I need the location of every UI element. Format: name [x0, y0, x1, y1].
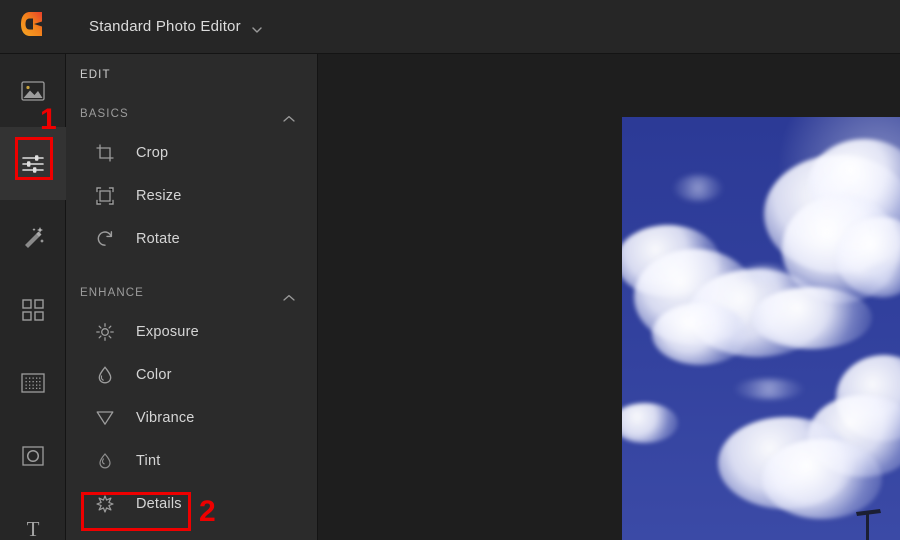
section-header-enhance[interactable]: ENHANCE — [66, 276, 317, 310]
circle-in-square-icon — [22, 445, 44, 466]
tool-row-crop[interactable]: Crop — [66, 131, 317, 174]
tool-row-details[interactable]: Details — [66, 482, 317, 525]
tool-row-color[interactable]: Color — [66, 353, 317, 396]
rail-item-layers[interactable] — [0, 273, 66, 346]
annotation-number-2: 2 — [199, 495, 216, 528]
rail-item-effects[interactable] — [0, 200, 66, 273]
rail-item-adjustment[interactable] — [0, 127, 66, 200]
cloud-wisp — [862, 263, 900, 297]
tool-label-resize: Resize — [136, 187, 182, 204]
text-t-icon: T — [22, 518, 44, 540]
sliders-icon — [21, 154, 45, 174]
tool-row-rotate[interactable]: Rotate — [66, 217, 317, 260]
triangle-down-icon — [94, 407, 116, 429]
magic-wand-icon — [21, 225, 45, 249]
cloud-wisp — [734, 379, 804, 399]
tool-label-exposure: Exposure — [136, 323, 199, 340]
chevron-up-icon[interactable] — [283, 110, 295, 122]
tool-label-color: Color — [136, 366, 172, 383]
chevron-up-icon[interactable] — [283, 289, 295, 301]
cloud-wisp — [674, 175, 722, 201]
lamp-post-silhouette — [850, 506, 886, 540]
sparkle-star-icon — [94, 493, 116, 515]
cloud — [752, 287, 872, 349]
section-label-basics: BASICS — [80, 108, 129, 120]
tool-label-rotate: Rotate — [136, 230, 180, 247]
svg-text:T: T — [27, 518, 40, 540]
edit-panel: EDIT BASICS Crop Resize Rotate ENHANCE E… — [66, 54, 318, 540]
tool-row-tint[interactable]: Tint — [66, 439, 317, 482]
resize-icon — [94, 185, 116, 207]
cyberlink-photo-editor-logo-icon — [20, 11, 46, 42]
tool-label-details: Details — [136, 495, 182, 512]
page-title: EDIT — [80, 69, 111, 81]
rail-item-text[interactable]: T — [0, 492, 66, 540]
annotation-number-1: 1 — [40, 103, 57, 136]
app-logo — [0, 0, 66, 54]
tool-row-exposure[interactable]: Exposure — [66, 310, 317, 353]
editor-canvas[interactable] — [319, 54, 900, 540]
droplet-outline-icon — [94, 364, 116, 386]
rotate-icon — [94, 228, 116, 250]
crop-icon — [94, 142, 116, 164]
tool-label-vibrance: Vibrance — [136, 409, 195, 426]
rail-item-mask[interactable] — [0, 419, 66, 492]
document-title-label: Standard Photo Editor — [89, 18, 241, 35]
photo-preview[interactable] — [622, 117, 900, 540]
tint-droplet-icon — [94, 450, 116, 472]
cloud-wisp — [734, 265, 794, 283]
tool-label-tint: Tint — [136, 452, 161, 469]
grid-four-squares-icon — [22, 298, 44, 321]
dotted-frame-icon — [21, 372, 45, 393]
tool-row-resize[interactable]: Resize — [66, 174, 317, 217]
photo-image-icon — [21, 80, 45, 101]
cloud — [652, 303, 748, 365]
photo-editor-window: Standard Photo Editor T EDIT BASICS Crop… — [0, 0, 900, 540]
document-title-dropdown[interactable]: Standard Photo Editor — [89, 18, 262, 35]
section-label-enhance: ENHANCE — [80, 287, 144, 299]
section-header-basics[interactable]: BASICS — [66, 97, 317, 131]
tool-label-crop: Crop — [136, 144, 169, 161]
tool-row-vibrance[interactable]: Vibrance — [66, 396, 317, 439]
title-bar: Standard Photo Editor — [0, 0, 900, 54]
rail-item-frames[interactable] — [0, 346, 66, 419]
sun-icon — [94, 321, 116, 343]
chevron-down-icon[interactable] — [252, 22, 262, 33]
